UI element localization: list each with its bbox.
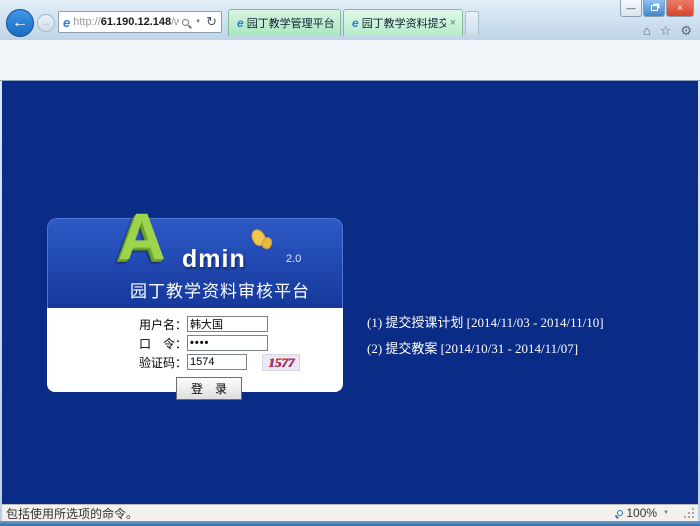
login-panel: A dmin 2.0 园丁教学资料审核平台 用户名： 口 令： 验证码： [47, 218, 343, 392]
close-button[interactable]: × [666, 0, 694, 17]
admin-logo-letter: A [118, 203, 166, 269]
home-icon[interactable]: ⌂ [643, 23, 651, 39]
search-icon[interactable] [182, 19, 189, 26]
browser-top-chrome: ← → e http://61.190.12.148/webzlcj/logi … [0, 0, 700, 40]
url-path: /webzlcj/logi [171, 16, 179, 28]
login-form: 用户名： 口 令： 验证码： 1577 登 录 [47, 308, 343, 392]
notice-item-2: (2) 提交教案 [2014/10/31 - 2014/11/07] [367, 336, 604, 362]
notice-item-1: (1) 提交授课计划 [2014/11/03 - 2014/11/10] [367, 310, 604, 336]
username-row: 用户名： [47, 315, 343, 333]
admin-logo-text: dmin [182, 245, 246, 274]
url-text[interactable]: http://61.190.12.148/webzlcj/logi [73, 16, 179, 28]
zoom-magnifier-icon [617, 510, 623, 516]
logo-version: 2.0 [286, 253, 301, 265]
minimize-button[interactable]: — [620, 0, 642, 17]
autocomplete-caret-icon[interactable]: ▼ [195, 19, 201, 25]
ie-favicon: e [63, 15, 70, 30]
forward-icon: → [41, 18, 51, 29]
minimize-icon: — [627, 3, 636, 13]
window-bottom-frame [0, 521, 700, 526]
button-row: 登 录 [47, 377, 343, 400]
captcha-row: 验证码： 1577 [47, 353, 343, 371]
zoom-caret-icon[interactable]: ▼ [663, 510, 669, 516]
butterfly-icon [250, 227, 276, 255]
platform-title: 园丁教学资料审核平台 [48, 277, 342, 302]
tab-close-icon[interactable]: × [450, 18, 456, 29]
tab-management-platform[interactable]: e 园丁教学管理平台 [228, 9, 341, 36]
favorites-star-icon[interactable]: ☆ [660, 23, 672, 39]
settings-gear-icon[interactable]: ⚙ [680, 23, 692, 39]
tab-title: 园丁教学管理平台 [247, 15, 334, 31]
password-input[interactable] [187, 335, 268, 351]
captcha-image[interactable]: 1577 [262, 354, 300, 371]
status-bar: 包括使用所选项的命令。 100% ▼ [2, 504, 698, 521]
back-button[interactable]: ← [6, 9, 34, 37]
username-label: 用户名： [47, 316, 187, 333]
browser-window: ← → e http://61.190.12.148/webzlcj/logi … [0, 0, 700, 526]
resize-grip[interactable] [684, 508, 694, 518]
password-label: 口 令： [47, 335, 187, 352]
username-input[interactable] [187, 316, 268, 332]
url-prefix: http:// [73, 16, 101, 28]
refresh-icon[interactable]: ↻ [206, 14, 217, 30]
quick-access-icons: ⌂ ☆ ⚙ [643, 23, 692, 39]
url-host: 61.190.12.148 [101, 16, 171, 28]
tab-favicon-icon: e [352, 16, 359, 30]
restore-button[interactable] [643, 0, 665, 17]
captcha-label: 验证码： [47, 354, 187, 371]
notice-list: (1) 提交授课计划 [2014/11/03 - 2014/11/10] (2)… [367, 310, 604, 362]
zoom-level: 100% [626, 506, 657, 520]
close-icon: × [677, 3, 683, 14]
page-content: A dmin 2.0 园丁教学资料审核平台 用户名： 口 令： 验证码： [2, 81, 698, 504]
zoom-control[interactable]: 100% ▼ [617, 506, 672, 520]
forward-button[interactable]: → [37, 14, 55, 32]
tab-submit-review-platform[interactable]: e 园丁教学资料提交审核平台 × [343, 9, 463, 36]
new-tab-button[interactable] [465, 11, 479, 35]
window-controls: — × [619, 0, 694, 17]
tab-favicon-icon: e [237, 16, 244, 30]
back-icon: ← [12, 14, 28, 32]
menu-command-zone: 文件(F) 编辑(E) 查看(V) 收藏夹(A) 工具(T) 帮助(H) ⌂ ▼… [0, 40, 700, 81]
status-text: 包括使用所选项的命令。 [6, 505, 617, 522]
restore-icon [651, 5, 658, 11]
password-row: 口 令： [47, 334, 343, 352]
tab-title: 园丁教学资料提交审核平台 [362, 15, 446, 31]
login-button[interactable]: 登 录 [176, 377, 242, 400]
address-bar[interactable]: e http://61.190.12.148/webzlcj/logi ▼ ↻ [58, 11, 222, 33]
login-panel-header: A dmin 2.0 园丁教学资料审核平台 [47, 218, 343, 308]
captcha-input[interactable] [187, 354, 247, 370]
